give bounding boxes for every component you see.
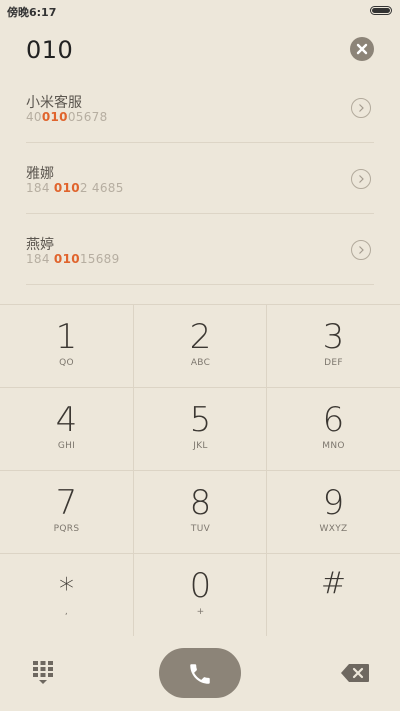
key-letters: QO	[59, 358, 74, 368]
key-digit: 7	[55, 483, 78, 523]
key-digit: 5	[189, 400, 212, 440]
key-letters: MNO	[322, 441, 345, 451]
key-letters: PQRS	[53, 524, 80, 534]
contact-name: 小米客服	[26, 95, 82, 111]
key-digit: 0	[189, 566, 212, 606]
status-bar: 傍晚6:17	[0, 0, 400, 22]
key-digit: #	[320, 566, 347, 601]
key-1[interactable]: 1 QO	[0, 304, 133, 387]
key-star[interactable]: ∗ ,	[0, 553, 133, 636]
key-7[interactable]: 7 PQRS	[0, 470, 133, 553]
key-3[interactable]: 3 DEF	[267, 304, 400, 387]
number-match-highlight: 010	[41, 110, 68, 124]
call-button[interactable]	[159, 648, 241, 698]
key-letters: ABC	[190, 358, 211, 368]
key-letters: GHI	[57, 441, 76, 451]
delete-button[interactable]	[340, 663, 370, 683]
phone-handset-icon	[190, 664, 210, 684]
dial-keypad: 1 QO 2 ABC 3 DEF 4 GHI 5 JKL 6 MNO 7 PQR…	[0, 304, 400, 636]
contact-result-row[interactable]: 雅娜 184 0102 4685	[26, 143, 374, 214]
key-8[interactable]: 8 TUV	[134, 470, 267, 553]
key-9[interactable]: 9 WXYZ	[267, 470, 400, 553]
dial-input[interactable]: 010	[26, 36, 73, 64]
search-results-list: 小米客服 4001005678 雅娜 184 0102 4685 燕婷 184 …	[26, 72, 374, 285]
key-letters: DEF	[324, 358, 343, 368]
key-digit: 8	[189, 483, 212, 523]
dialpad-grid-icon	[33, 661, 53, 684]
contact-number: 4001005678	[26, 110, 108, 124]
key-6[interactable]: 6 MNO	[267, 387, 400, 470]
key-digit: 1	[55, 317, 78, 357]
key-letters: +	[196, 607, 205, 617]
contact-name: 雅娜	[26, 166, 54, 182]
number-match-highlight: 010	[53, 181, 80, 195]
bottom-action-bar	[0, 636, 400, 711]
contact-number: 184 01015689	[26, 252, 120, 266]
key-digit: 4	[55, 400, 78, 440]
status-time: 傍晚6:17	[7, 6, 57, 19]
number-match-highlight: 010	[53, 252, 80, 266]
key-hash[interactable]: #	[267, 553, 400, 636]
key-digit: 2	[189, 317, 212, 357]
clear-button[interactable]	[350, 37, 374, 61]
contact-result-row[interactable]: 小米客服 4001005678	[26, 72, 374, 143]
contact-detail-button[interactable]	[351, 169, 371, 189]
chevron-right-circle-icon	[359, 246, 364, 254]
key-letters: WXYZ	[319, 524, 348, 534]
key-digit: ∗	[57, 566, 76, 601]
chevron-right-circle-icon	[359, 175, 364, 183]
battery-icon	[370, 6, 392, 15]
key-digit: 9	[322, 483, 345, 523]
key-5[interactable]: 5 JKL	[134, 387, 267, 470]
key-0[interactable]: 0 +	[134, 553, 267, 636]
contact-result-row[interactable]: 燕婷 184 01015689	[26, 214, 374, 285]
key-4[interactable]: 4 GHI	[0, 387, 133, 470]
contact-detail-button[interactable]	[351, 98, 371, 118]
key-digit: 6	[322, 400, 345, 440]
key-letters: JKL	[193, 441, 208, 451]
key-letters: TUV	[190, 524, 211, 534]
backspace-icon	[341, 664, 369, 682]
contact-number: 184 0102 4685	[26, 181, 124, 195]
dialpad-toggle-button[interactable]	[32, 660, 54, 686]
key-2[interactable]: 2 ABC	[134, 304, 267, 387]
chevron-right-circle-icon	[359, 104, 364, 112]
contact-detail-button[interactable]	[351, 240, 371, 260]
contact-name: 燕婷	[26, 237, 54, 253]
key-letters: ,	[64, 607, 69, 617]
key-digit: 3	[322, 317, 345, 357]
clear-circle-icon	[356, 43, 368, 55]
